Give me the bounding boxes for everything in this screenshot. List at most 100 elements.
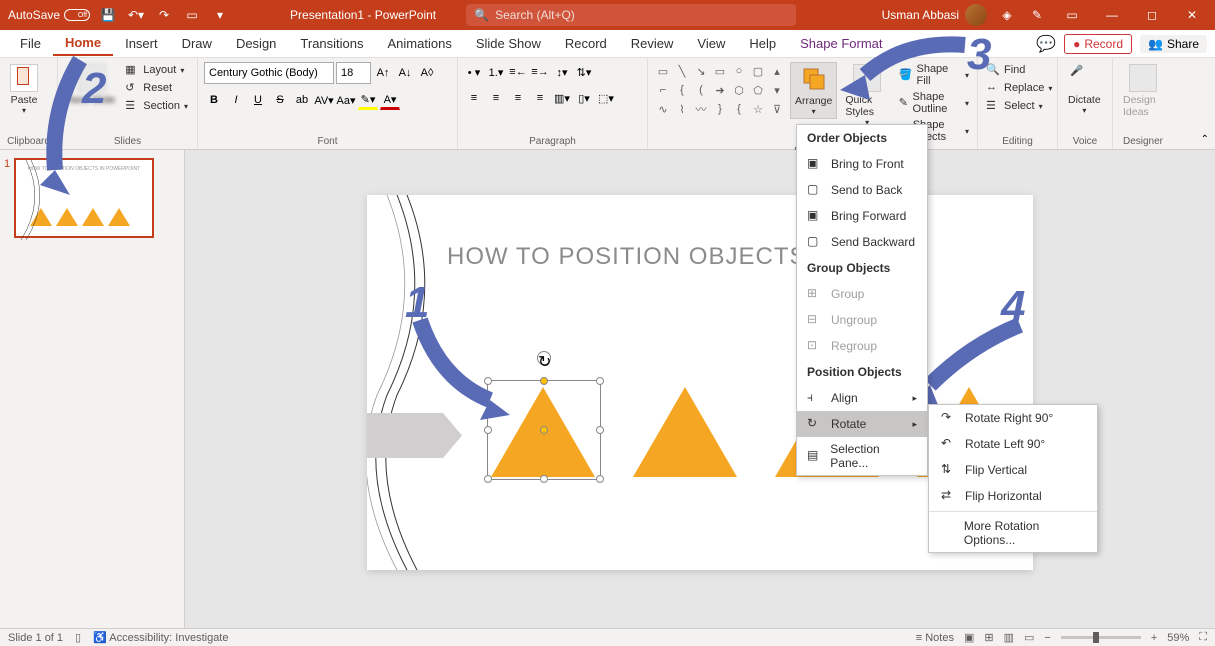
undo-icon[interactable]: ↶▾: [126, 5, 146, 25]
share-button[interactable]: 👥Share: [1140, 35, 1207, 53]
thumbnail-pane[interactable]: 1 HOW TO POSITION OBJECTS IN POWERPOINT: [0, 150, 185, 628]
clear-format-icon[interactable]: A◊: [417, 63, 437, 83]
tab-slideshow[interactable]: Slide Show: [464, 32, 553, 55]
flip-horizontal-item[interactable]: ⇄Flip Horizontal: [929, 483, 1097, 509]
dictate-button[interactable]: 🎤Dictate▾: [1064, 62, 1105, 117]
resize-handle-sw[interactable]: [484, 475, 492, 483]
find-button[interactable]: 🔍Find: [984, 62, 1054, 78]
tab-animations[interactable]: Animations: [376, 32, 464, 55]
tab-review[interactable]: Review: [619, 32, 686, 55]
resize-handle-se[interactable]: [596, 475, 604, 483]
normal-view-icon[interactable]: ▣: [964, 631, 974, 644]
send-to-back-item[interactable]: ▢Send to Back: [797, 177, 927, 203]
replace-button[interactable]: ↔Replace▾: [984, 80, 1054, 96]
tab-record[interactable]: Record: [553, 32, 619, 55]
section-button[interactable]: ☰Section▾: [123, 98, 190, 114]
redo-icon[interactable]: ↷: [154, 5, 174, 25]
autosave-toggle[interactable]: AutoSave Off: [8, 8, 90, 22]
triangle-shape-2[interactable]: [633, 387, 737, 477]
send-backward-item[interactable]: ▢Send Backward: [797, 229, 927, 255]
shapes-gallery[interactable]: ▭╲↘▭○▢▴ ⌐{(➜⬡⬠▾ ∿⌇〰}{☆⊽: [654, 62, 786, 118]
slideshow-view-icon[interactable]: ▭: [1024, 631, 1034, 644]
close-icon[interactable]: ✕: [1177, 0, 1207, 30]
justify-button[interactable]: ≡: [530, 88, 550, 108]
minimize-icon[interactable]: —: [1097, 0, 1127, 30]
align-left-button[interactable]: ≡: [464, 88, 484, 108]
rotate-right-90-item[interactable]: ↷Rotate Right 90°: [929, 405, 1097, 431]
zoom-level[interactable]: 59%: [1167, 632, 1189, 644]
resize-handle-e[interactable]: [596, 426, 604, 434]
bring-to-front-item[interactable]: ▣Bring to Front: [797, 151, 927, 177]
adjustment-handle[interactable]: [540, 426, 548, 434]
align-right-button[interactable]: ≡: [508, 88, 528, 108]
align-center-button[interactable]: ≡: [486, 88, 506, 108]
increase-font-icon[interactable]: A↑: [373, 63, 393, 83]
resize-handle-n[interactable]: [540, 377, 548, 385]
font-size-select[interactable]: [336, 62, 371, 84]
user-account[interactable]: Usman Abbasi: [882, 4, 987, 26]
decrease-font-icon[interactable]: A↓: [395, 63, 415, 83]
zoom-slider[interactable]: [1061, 636, 1141, 639]
reset-button[interactable]: ↺Reset: [123, 80, 190, 96]
layout-button[interactable]: ▦Layout▾: [123, 62, 190, 78]
font-color-button[interactable]: A▾: [380, 90, 400, 110]
increase-indent-button[interactable]: ≡→: [530, 62, 550, 82]
flip-vertical-item[interactable]: ⇅Flip Vertical: [929, 457, 1097, 483]
tab-transitions[interactable]: Transitions: [288, 32, 375, 55]
arrange-button[interactable]: Arrange▾: [790, 62, 837, 119]
fit-to-window-icon[interactable]: ⛶: [1199, 631, 1207, 644]
italic-button[interactable]: I: [226, 90, 246, 110]
bullets-button[interactable]: • ▾: [464, 62, 484, 82]
qat-customize-icon[interactable]: ▾: [210, 5, 230, 25]
accessibility-status[interactable]: ♿ Accessibility: Investigate: [93, 631, 228, 644]
notes-button[interactable]: ≡ Notes: [916, 632, 954, 644]
zoom-out-button[interactable]: −: [1044, 632, 1050, 644]
align-text-button[interactable]: ▯▾: [574, 88, 594, 108]
design-ideas-button[interactable]: Design Ideas: [1119, 62, 1167, 120]
strikethrough-button[interactable]: S: [270, 90, 290, 110]
tab-design[interactable]: Design: [224, 32, 288, 55]
highlight-button[interactable]: ✎▾: [358, 90, 378, 110]
decrease-indent-button[interactable]: ≡←: [508, 62, 528, 82]
align-item[interactable]: ⫞Align▸: [797, 385, 927, 411]
change-case-button[interactable]: Aa▾: [336, 90, 356, 110]
selection-pane-item[interactable]: ▤Selection Pane...: [797, 437, 927, 475]
rotate-left-90-item[interactable]: ↶Rotate Left 90°: [929, 431, 1097, 457]
reading-view-icon[interactable]: ▥: [1004, 631, 1014, 644]
numbering-button[interactable]: 1.▾: [486, 62, 506, 82]
save-icon[interactable]: 💾: [98, 5, 118, 25]
smartart-button[interactable]: ⬚▾: [596, 88, 616, 108]
comments-icon[interactable]: 💬: [1036, 34, 1056, 54]
tab-insert[interactable]: Insert: [113, 32, 170, 55]
autosave-switch[interactable]: Off: [64, 9, 90, 21]
tab-draw[interactable]: Draw: [170, 32, 224, 55]
text-direction-button[interactable]: ⇅▾: [574, 62, 594, 82]
coming-soon-icon[interactable]: ✎: [1027, 5, 1047, 25]
more-rotation-item[interactable]: More Rotation Options...: [929, 514, 1097, 552]
slide-counter[interactable]: Slide 1 of 1: [8, 632, 63, 644]
char-spacing-button[interactable]: AV▾: [314, 90, 334, 110]
slide-title-text[interactable]: HOW TO POSITION OBJECTS IN INT: [447, 243, 1013, 271]
language-icon[interactable]: ▯: [75, 631, 81, 644]
font-family-select[interactable]: [204, 62, 334, 84]
record-button[interactable]: ●Record: [1064, 34, 1132, 54]
line-spacing-button[interactable]: ↕▾: [552, 62, 572, 82]
tab-help[interactable]: Help: [737, 32, 788, 55]
resize-handle-ne[interactable]: [596, 377, 604, 385]
slide-sorter-icon[interactable]: ⊞: [984, 631, 993, 644]
maximize-icon[interactable]: ◻: [1137, 0, 1167, 30]
diamond-icon[interactable]: ◈: [997, 5, 1017, 25]
ribbon-display-icon[interactable]: ▭: [1057, 0, 1087, 30]
underline-button[interactable]: U: [248, 90, 268, 110]
from-beginning-icon[interactable]: ▭: [182, 5, 202, 25]
collapse-ribbon-icon[interactable]: ⌃: [1201, 134, 1209, 145]
search-box[interactable]: 🔍 Search (Alt+Q): [466, 4, 796, 26]
columns-button[interactable]: ▥▾: [552, 88, 572, 108]
tab-view[interactable]: View: [685, 32, 737, 55]
select-button[interactable]: ☰Select▾: [984, 98, 1054, 114]
zoom-in-button[interactable]: +: [1151, 632, 1157, 644]
bring-forward-item[interactable]: ▣Bring Forward: [797, 203, 927, 229]
resize-handle-s[interactable]: [540, 475, 548, 483]
rotation-handle[interactable]: ↻: [537, 351, 551, 365]
slide-canvas-area[interactable]: HOW TO POSITION OBJECTS IN INT ↻: [185, 150, 1215, 628]
